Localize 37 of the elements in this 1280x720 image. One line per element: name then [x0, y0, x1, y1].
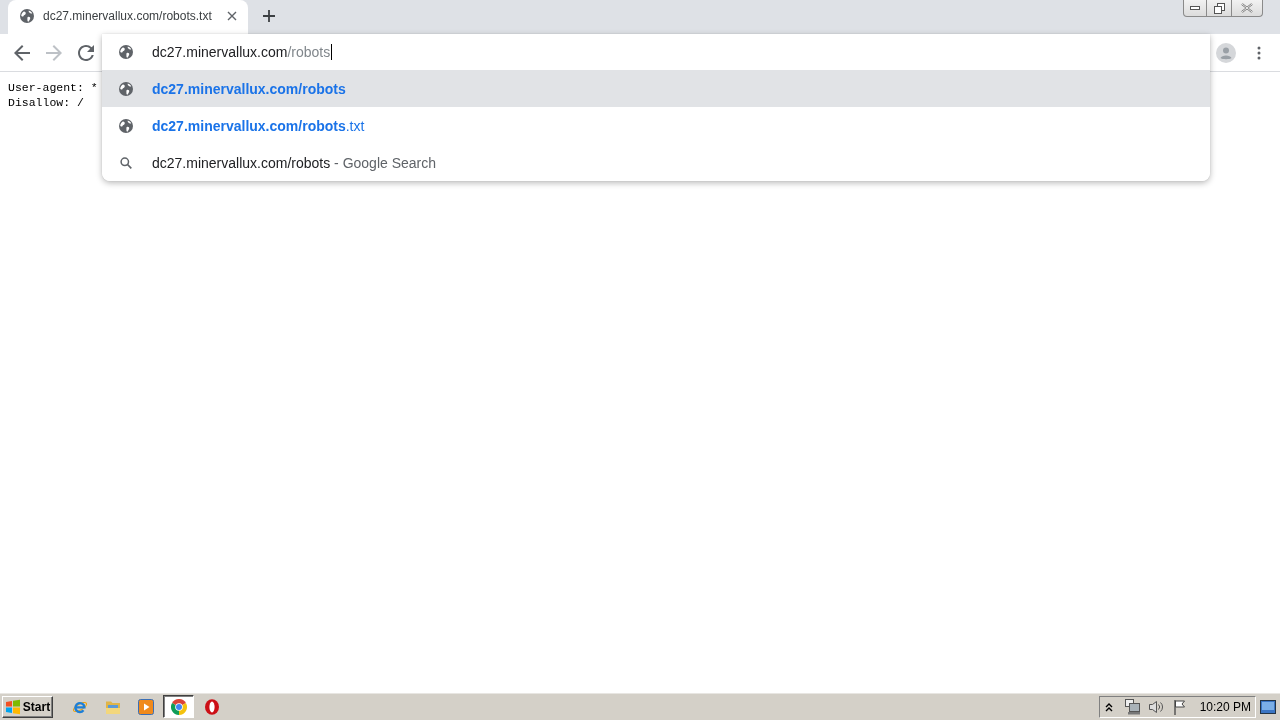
suggestion-item[interactable]: dc27.minervallux.com/robots.txt	[102, 107, 1210, 144]
reload-icon	[78, 44, 94, 61]
minimize-button[interactable]	[1183, 0, 1207, 17]
globe-icon	[119, 81, 133, 96]
desktop-icon	[1260, 699, 1276, 714]
clock[interactable]: 10:20 PM	[1199, 699, 1251, 714]
suggestion-item[interactable]: dc27.minervallux.com/robots	[102, 70, 1210, 107]
search-icon	[120, 156, 132, 169]
plus-icon	[263, 10, 275, 22]
restore-icon	[1213, 2, 1225, 14]
network-icon[interactable]	[1123, 698, 1140, 715]
o-logo-icon	[203, 698, 220, 715]
restore-button[interactable]	[1207, 0, 1232, 17]
browser-tab[interactable]: dc27.minervallux.com/robots.txt	[8, 0, 248, 34]
globe-icon	[119, 45, 133, 59]
browser-logo-icon	[170, 698, 187, 715]
text-line: Disallow: /	[8, 95, 84, 110]
back-arrow-icon	[14, 44, 30, 61]
close-window-button[interactable]	[1232, 0, 1263, 17]
taskbar-button[interactable]	[163, 695, 194, 718]
text-line: User-agent: *	[8, 80, 98, 95]
chevron-up-icon	[1104, 701, 1113, 712]
forward-arrow-icon	[46, 44, 62, 61]
globe-icon	[119, 118, 133, 133]
close-icon	[1241, 3, 1253, 13]
speaker-icon[interactable]	[1147, 698, 1164, 715]
start-button[interactable]: Start	[2, 695, 53, 718]
address-field[interactable]: dc27.minervallux.com/robots	[102, 34, 1210, 70]
play-icon	[137, 698, 154, 715]
menu-dots-icon	[1257, 45, 1261, 60]
windows-logo-icon	[4, 698, 21, 715]
minimize-icon	[1190, 6, 1200, 10]
globe-icon	[20, 9, 34, 23]
avatar-icon	[1216, 42, 1236, 63]
close-icon	[227, 11, 237, 21]
flag-icon[interactable]	[1171, 698, 1188, 715]
suggestion-item[interactable]: dc27.minervallux.com/robots - Google Search	[102, 144, 1210, 181]
